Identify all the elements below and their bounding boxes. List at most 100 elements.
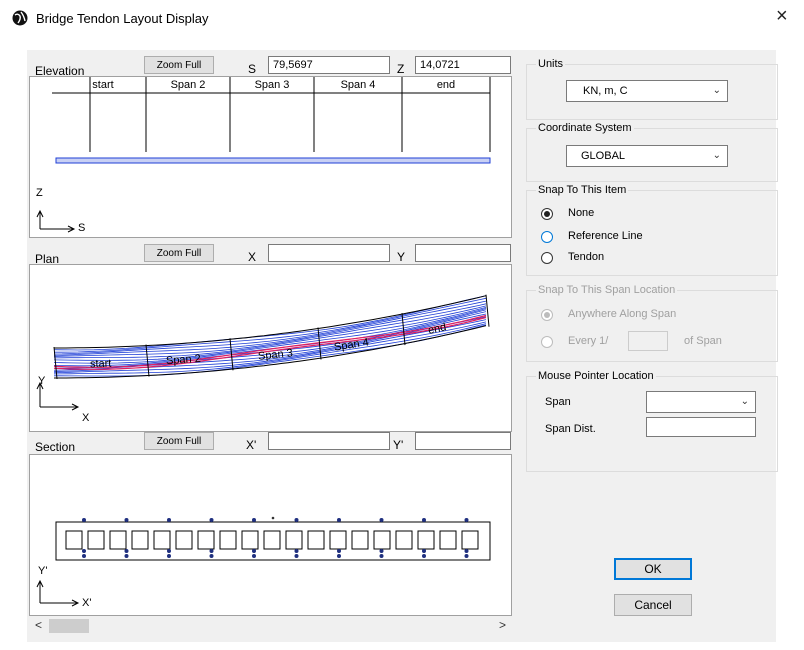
section-tendon-dot-top (124, 518, 129, 522)
plan-x-field[interactable] (268, 244, 390, 262)
section-cell (241, 530, 259, 550)
section-cell (109, 530, 127, 550)
elevation-span-label: Span 3 (254, 79, 290, 91)
elevation-axis-z-label: Z (36, 187, 43, 199)
horizontal-scrollbar[interactable]: < > (29, 616, 512, 634)
chevron-down-icon: ⌄ (740, 396, 749, 407)
elevation-span-label: start (92, 79, 114, 91)
coordinate-system-dropdown[interactable]: GLOBAL ⌄ (566, 145, 728, 167)
section-tendon-dot-bottom (124, 549, 129, 553)
section-cell (307, 530, 325, 550)
section-tendon-dot-bottom (294, 554, 299, 558)
section-tendon-dot-bottom (379, 554, 384, 558)
chevron-down-icon: ⌄ (712, 85, 721, 96)
section-view[interactable]: Y' X' (29, 454, 512, 616)
section-cell (197, 530, 215, 550)
section-cell (219, 530, 237, 550)
section-cell (439, 530, 457, 550)
section-tendon-dot-top (167, 518, 171, 522)
plan-tendon-line (53, 295, 487, 351)
scrollbar-thumb[interactable] (49, 619, 89, 633)
snap-none-label[interactable]: None (568, 207, 594, 219)
section-tendon-dot-top (379, 518, 384, 522)
snap-item-title: Snap To This Item (536, 184, 629, 196)
cancel-button[interactable]: Cancel (614, 594, 692, 616)
section-tendon-dot-top (294, 518, 299, 522)
mouse-span-dist-label: Span Dist. (545, 423, 596, 435)
snap-span-group (526, 290, 778, 362)
elevation-zoom-full-button[interactable]: Zoom Full (144, 56, 214, 74)
scroll-right-arrow[interactable]: > (499, 618, 506, 632)
section-tendon-dot-bottom (209, 554, 214, 558)
section-tendon-dot-bottom (379, 549, 384, 553)
plan-span-label: Span 2 (165, 352, 202, 368)
snap-every-input[interactable] (628, 331, 668, 351)
section-drawing (36, 516, 491, 607)
units-title: Units (536, 58, 566, 70)
snap-reference-line-radio[interactable] (541, 231, 553, 243)
mouse-span-dropdown[interactable]: ⌄ (646, 391, 756, 413)
elevation-s-field[interactable]: 79,5697 (268, 56, 390, 74)
coordinate-system-value: GLOBAL (581, 150, 626, 162)
section-cell (263, 530, 281, 550)
plan-y-field[interactable] (415, 244, 511, 262)
section-cell (65, 530, 83, 550)
section-tendon-dot-bottom (337, 554, 341, 558)
mouse-span-label: Span (545, 396, 571, 408)
section-tendon-dot-top (337, 518, 341, 522)
elevation-z-label: Z (397, 62, 405, 76)
section-tendon-dot-top (209, 518, 214, 522)
snap-every-radio[interactable] (541, 336, 553, 348)
section-axis-x-label: X' (82, 597, 92, 609)
section-tendon-dot-top (252, 518, 256, 522)
section-tendon-dot-bottom (252, 554, 256, 558)
section-cell (373, 530, 391, 550)
plan-zoom-full-button[interactable]: Zoom Full (144, 244, 214, 262)
section-x-label: X' (246, 438, 257, 452)
section-tendon-dot-bottom (422, 554, 426, 558)
snap-item-group (526, 190, 778, 276)
plan-view[interactable]: start Span 2 Span 3 Span 4 end Y X (29, 264, 512, 432)
section-tendon-dot-bottom (209, 549, 214, 553)
section-tendon-dot-bottom (464, 554, 469, 558)
plan-y-label: Y (397, 250, 406, 264)
section-tendon-dot-bottom (82, 554, 86, 558)
snap-tendon-radio[interactable] (541, 252, 553, 264)
elevation-z-field[interactable]: 14,0721 (415, 56, 511, 74)
section-y-label: Y' (393, 438, 404, 452)
section-cell (351, 530, 369, 550)
section-label: Section (35, 440, 76, 454)
chevron-down-icon: ⌄ (712, 150, 721, 161)
section-tendon-dot-top (422, 518, 426, 522)
units-dropdown[interactable]: KN, m, C ⌄ (566, 80, 728, 102)
scroll-left-arrow[interactable]: < (35, 618, 42, 632)
section-tendon-dot-bottom (337, 549, 341, 553)
section-tendon-dot-bottom (82, 549, 86, 553)
section-cell (329, 530, 347, 550)
elevation-axis-s-label: S (78, 222, 86, 234)
section-zoom-full-button[interactable]: Zoom Full (144, 432, 214, 450)
section-axis-y-label: Y' (38, 565, 48, 577)
plan-span-divider (485, 294, 490, 327)
section-tendon-dot-bottom (252, 549, 256, 553)
close-icon[interactable]: × (776, 6, 788, 26)
snap-tendon-label[interactable]: Tendon (568, 251, 604, 263)
snap-anywhere-radio[interactable] (541, 309, 553, 321)
mouse-span-dist-field[interactable] (646, 417, 756, 437)
section-cell (131, 530, 149, 550)
elevation-view[interactable]: start Span 2 Span 3 Span 4 end Z S (29, 76, 512, 238)
section-cell (417, 530, 435, 550)
section-x-field[interactable] (268, 432, 390, 450)
ok-button[interactable]: OK (614, 558, 692, 580)
snap-anywhere-label[interactable]: Anywhere Along Span (568, 308, 676, 320)
section-y-field[interactable] (415, 432, 511, 450)
snap-none-radio[interactable] (541, 208, 553, 220)
snap-span-title: Snap To This Span Location (536, 284, 678, 296)
section-cell (175, 530, 193, 550)
plan-axis-x-label: X (82, 412, 90, 424)
plan-x-label: X (248, 250, 257, 264)
elevation-deck-line (55, 157, 491, 164)
elevation-span-label: Span 2 (170, 79, 206, 91)
snap-every-label[interactable]: Every 1/ (568, 335, 608, 347)
snap-reference-line-label[interactable]: Reference Line (568, 230, 643, 242)
